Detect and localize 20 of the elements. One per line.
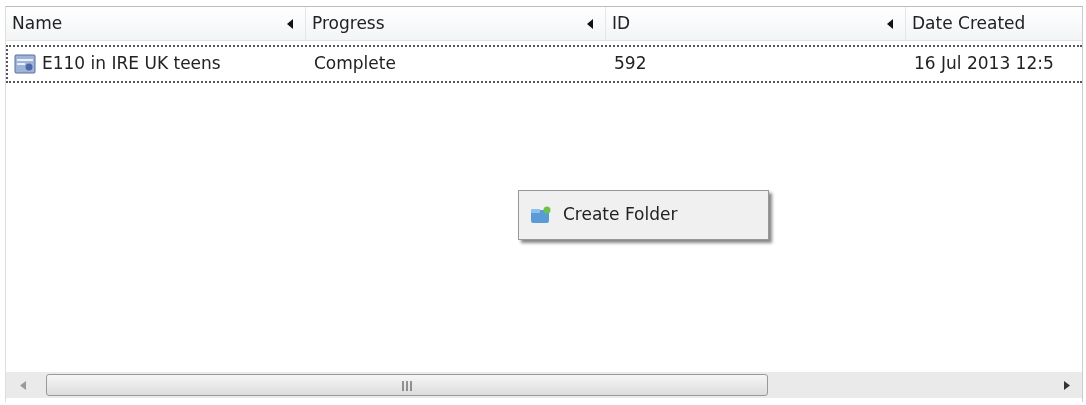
table-cell-text: 16 Jul 2013 12:5 bbox=[914, 52, 1054, 76]
column-header[interactable]: Progress bbox=[306, 7, 606, 40]
folder-icon bbox=[531, 206, 551, 224]
scroll-right-icon[interactable] bbox=[1064, 381, 1070, 390]
sort-arrow-icon bbox=[587, 19, 593, 29]
horizontal-scrollbar[interactable] bbox=[6, 372, 1082, 398]
sort-arrow-icon bbox=[287, 19, 293, 29]
column-header[interactable]: Name bbox=[6, 7, 306, 40]
table-cell-text: Complete bbox=[314, 52, 396, 76]
table-cell-text: 592 bbox=[614, 52, 647, 76]
column-header[interactable]: ID bbox=[606, 7, 906, 40]
document-icon bbox=[14, 53, 36, 75]
scroll-thumb[interactable] bbox=[46, 374, 768, 396]
sort-arrow-icon bbox=[887, 19, 893, 29]
scroll-left-icon[interactable] bbox=[20, 381, 26, 390]
grip-icon bbox=[402, 381, 412, 391]
column-header[interactable]: Date Created bbox=[906, 7, 1082, 40]
item-name: E110 in IRE UK teens bbox=[42, 52, 221, 76]
table-row[interactable]: E110 in IRE UK teens Complete 592 16 Jul 2013 12:5 bbox=[6, 45, 1082, 83]
menu-item[interactable]: Create Folder bbox=[563, 202, 678, 228]
